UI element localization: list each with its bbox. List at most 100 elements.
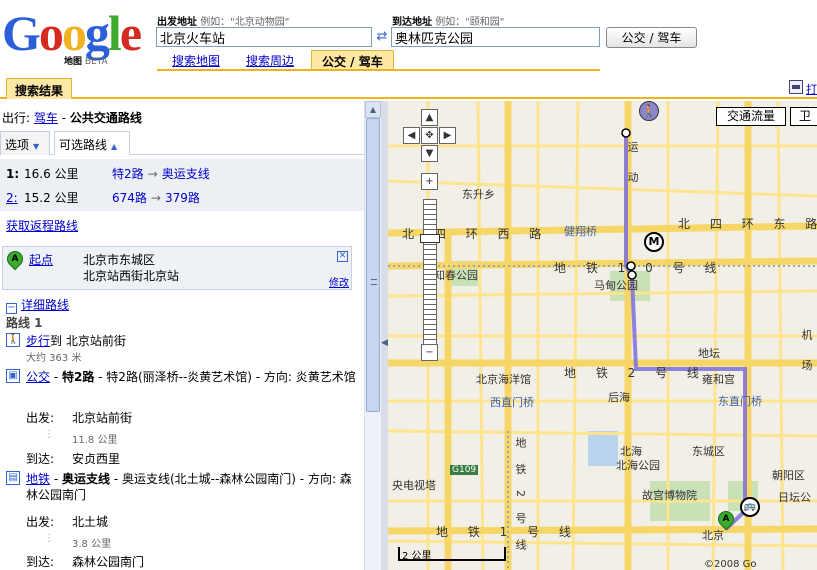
subway-icon: ▤: [6, 471, 20, 485]
map-label-cctv: 央电视塔: [392, 479, 436, 492]
bus-arrive-stop: 安贞西里: [72, 452, 121, 466]
zoom-out-icon[interactable]: −: [421, 344, 438, 361]
map-label-xizhimen: 西直门桥: [490, 396, 534, 409]
map-label-beijing: 北京: [702, 529, 724, 542]
subway-distance: 3.8 公里: [72, 539, 112, 550]
map-label-chaoyang: 朝阳区: [772, 469, 805, 482]
traffic-button[interactable]: 交通流量: [716, 107, 786, 126]
metro-marker-icon[interactable]: M: [644, 232, 664, 252]
map-label-houhai: 后海: [608, 391, 630, 404]
print-link[interactable]: 打: [806, 81, 817, 97]
scroll-up-icon[interactable]: ▲: [365, 101, 381, 118]
map-copyright: ©2008 Go: [704, 559, 757, 570]
start-point-box: A 起点 北京市东城区 北京站西街北京站 ✕ 修改: [2, 246, 352, 290]
bus-marker-icon[interactable]: 🚌: [740, 497, 760, 517]
close-icon[interactable]: ✕: [337, 251, 348, 262]
print-icon[interactable]: [789, 80, 803, 94]
pan-left-icon[interactable]: ◀: [403, 127, 420, 144]
tab-search-map[interactable]: 搜索地图: [172, 52, 220, 69]
get-directions-button[interactable]: 公交 / 驾车: [606, 27, 697, 48]
map-label-beijing-haiyang: 北京海洋馆: [476, 373, 531, 386]
bus-depart-stop: 北京站前街: [72, 411, 133, 425]
map-label-airport-rd: 机 场: [800, 329, 813, 379]
top-tabs: 搜索地图 搜索周边 公交 / 驾车: [157, 50, 600, 70]
map-label-yundong: 运 动: [626, 141, 639, 191]
from-label: 出发地址 例如："北京动物园": [157, 17, 290, 28]
step-walk: 🚶 步行到 北京站前街 大约 363 米: [6, 333, 126, 364]
panel-scrollbar[interactable]: ▲: [364, 101, 381, 570]
logo-sub: 地图: [64, 57, 83, 67]
to-label: 到达地址 例如："颐和园": [392, 17, 505, 28]
tab-search-nearby[interactable]: 搜索周边: [246, 52, 294, 69]
panel-collapse-handle[interactable]: ◀: [381, 101, 388, 570]
step-subway: ▤ 地铁 - 奥运支线 - 奥运支线(北土城--森林公园南门) - 方向: 森林…: [6, 471, 358, 570]
google-maps-logo[interactable]: Google 地图 BETA: [2, 5, 147, 67]
option-tabs: 选项 ▼ 可选路线 ▲: [0, 131, 364, 155]
drive-link[interactable]: 驾车: [34, 111, 58, 125]
start-address-line2: 北京站西街北京站: [83, 269, 180, 283]
start-label[interactable]: 起点: [29, 251, 53, 268]
map-label-madian: 马甸公园: [594, 279, 638, 292]
scale-bar: 2 公里: [398, 547, 508, 570]
trip-title: 出行: 驾车 - 公共交通路线: [2, 111, 142, 125]
tab-transit[interactable]: 公交 / 驾车: [311, 50, 394, 70]
detail-route-toggle[interactable]: − 详细路线: [6, 296, 364, 314]
zoom-control: ▲ ◀ ✥ ▶ ▼ + −: [394, 107, 456, 367]
map-label-line-v: 地 铁 2 号 线: [514, 437, 527, 556]
map-label-ditan: 地坛: [698, 347, 720, 360]
map-label-g109: G109: [450, 465, 479, 475]
start-address-line1: 北京市东城区: [83, 253, 156, 267]
pan-right-icon[interactable]: ▶: [439, 127, 456, 144]
route-options: 1: 16.6 公里 特2路 → 奥运支线 2: 15.2 公里 674路 → 379路: [0, 159, 364, 211]
bus-distance: 11.8 公里: [72, 435, 118, 446]
collapse-arrow-icon: ◀: [381, 338, 388, 348]
directions-panel: 出行: 驾车 - 公共交通路线 选项 ▼ 可选路线 ▲ 1: 16.6 公里 特2路 → 奥…: [0, 101, 364, 570]
zoom-in-icon[interactable]: +: [421, 173, 438, 190]
map-label-dongsheng: 东升乡: [462, 188, 495, 201]
swap-icon[interactable]: ⇄: [375, 30, 389, 44]
logo-beta: BETA: [84, 57, 108, 67]
map-label-dongcheng: 东城区: [692, 445, 725, 458]
tab-underline: [157, 69, 600, 71]
bus-icon: ▣: [6, 369, 20, 383]
map-view[interactable]: 东升乡 北 四 环 东 路 健翔桥 北 四 环 西 路 知春公园 地 铁 1 0…: [388, 101, 817, 570]
map-label-dongzhimen: 东直门桥: [718, 395, 762, 408]
route-option-1[interactable]: 1: 16.6 公里 特2路 → 奥运支线: [6, 165, 210, 182]
walk-marker-icon[interactable]: 🚶: [639, 101, 659, 121]
zoom-slider-track[interactable]: [423, 199, 437, 349]
map-label-yonghegong: 雍和宫: [702, 373, 735, 386]
subway-depart-stop: 北土城: [72, 515, 109, 529]
map-label-gugong: 故宫博物院: [642, 489, 697, 502]
logo-text: Google: [2, 5, 142, 61]
route-name: 路线 1: [6, 316, 43, 330]
edit-link[interactable]: 修改: [329, 274, 349, 289]
route-option-2[interactable]: 2: 15.2 公里 674路 → 379路: [6, 189, 200, 206]
map-label-ritan: 日坛公: [778, 491, 811, 504]
to-input[interactable]: [391, 27, 600, 47]
map-label-line1-bottom: 地 铁 1 号 线: [436, 525, 579, 539]
step-bus: ▣ 公交 - 特2路 - 特2路(丽泽桥--炎黄艺术馆) - 方向: 炎黄艺术馆…: [6, 369, 358, 466]
satellite-button[interactable]: 卫: [790, 107, 817, 126]
chevron-up-icon: ▲: [111, 142, 118, 151]
chevron-down-icon: ▼: [33, 142, 40, 151]
map-label-line2-top: 地 铁 2 号 线: [564, 366, 707, 380]
reverse-route-link[interactable]: 获取返程路线: [6, 217, 364, 234]
map-label-jianxiang: 健翔桥: [564, 225, 597, 238]
zoom-slider-thumb[interactable]: [420, 234, 440, 243]
map-label-north-4th-ring: 北 四 环 东 路: [678, 217, 817, 231]
pan-down-icon[interactable]: ▼: [421, 145, 438, 162]
results-bar: 搜索结果 打: [0, 78, 817, 99]
start-marker-icon: A: [3, 247, 27, 279]
collapse-icon[interactable]: −: [6, 303, 17, 314]
tab-options[interactable]: 选项 ▼: [0, 131, 50, 155]
pan-center-icon[interactable]: ✥: [421, 127, 438, 144]
map-label-line10: 地 铁 1 0 号 线: [554, 261, 725, 275]
from-input[interactable]: [156, 27, 372, 47]
scroll-thumb[interactable]: [366, 118, 380, 412]
trip-title-text: 公共交通路线: [69, 111, 142, 125]
walk-icon: 🚶: [6, 333, 20, 347]
pan-up-icon[interactable]: ▲: [421, 109, 438, 126]
results-tab[interactable]: 搜索结果: [6, 78, 73, 99]
tab-alt-routes[interactable]: 可选路线 ▲: [54, 131, 130, 155]
map-label-beihai-park: 北海公园: [616, 459, 660, 472]
